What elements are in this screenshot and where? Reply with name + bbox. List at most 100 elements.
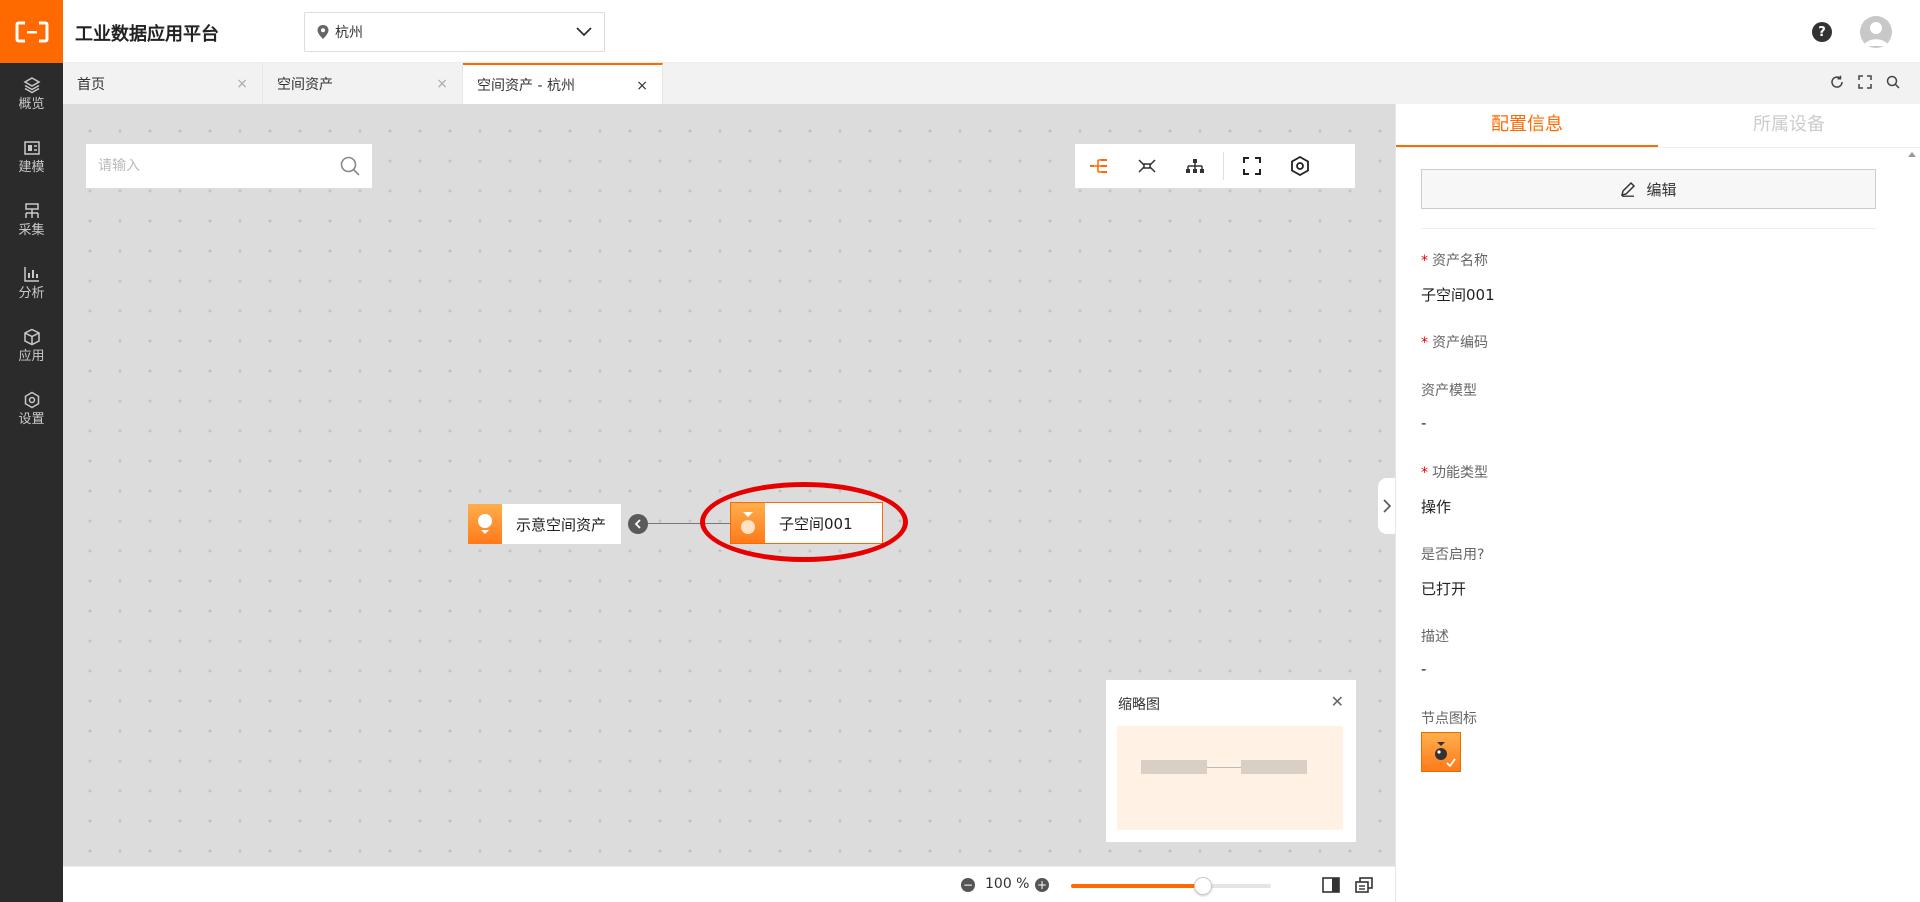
panel-toggle-icon[interactable] [1322, 877, 1340, 893]
tab-devices[interactable]: 所属设备 [1658, 104, 1920, 147]
sidebar-item-overview[interactable]: 概览 [0, 63, 63, 126]
field-label-text: 节点图标 [1421, 711, 1477, 727]
panel-divider [1421, 228, 1876, 229]
node-icon [468, 504, 502, 544]
panel-tabs: 配置信息 所属设备 [1396, 104, 1920, 148]
refresh-icon[interactable] [1830, 75, 1844, 89]
tab-bar: 首页 × 空间资产 × 空间资产 - 杭州 × [63, 63, 1920, 104]
location-pin-icon [1435, 742, 1456, 767]
field-label-asset-model: 资产模型 [1421, 380, 1477, 400]
tab-space-assets-hangzhou[interactable]: 空间资产 - 杭州 × [463, 63, 663, 104]
help-icon[interactable]: ? [1812, 22, 1832, 42]
fullscreen-icon[interactable] [1858, 75, 1872, 89]
minimap-title: 缩略图 [1118, 697, 1160, 713]
minimap-node [1141, 760, 1207, 774]
settings-icon [24, 391, 39, 409]
analysis-icon [23, 267, 39, 282]
chevron-down-icon [576, 27, 592, 37]
app-title: 工业数据应用平台 [75, 24, 219, 45]
close-icon[interactable]: × [236, 76, 248, 92]
zoom-out-button[interactable]: − [961, 878, 975, 892]
field-label-text: 功能类型 [1432, 465, 1488, 481]
field-label-text: 资产编码 [1432, 335, 1488, 351]
edit-button[interactable]: 编辑 [1421, 169, 1876, 209]
collect-icon [24, 203, 39, 218]
collapse-button[interactable] [628, 514, 648, 534]
network-layout-button[interactable] [1123, 144, 1171, 188]
sidebar-item-collect[interactable]: 采集 [0, 189, 63, 252]
canvas-settings-button[interactable] [1276, 144, 1324, 188]
scroll-up-arrow[interactable] [1908, 152, 1916, 157]
sidebar-item-apps[interactable]: 应用 [0, 315, 63, 378]
field-label-node-icon: 节点图标 [1421, 708, 1477, 728]
minimap-viewport[interactable] [1117, 726, 1343, 830]
sidebar-item-label: 设置 [18, 412, 45, 427]
node-label: 示意空间资产 [516, 515, 607, 534]
field-value-enabled: 已打开 [1421, 580, 1467, 598]
fit-view-button[interactable] [1228, 144, 1276, 188]
minimap-node [1241, 760, 1307, 774]
canvas-search [86, 144, 372, 188]
field-label-text: 资产模型 [1421, 383, 1477, 399]
location-pin-icon [317, 25, 329, 39]
tab-home[interactable]: 首页 × [63, 63, 263, 104]
fullscreen-icon [1243, 157, 1261, 175]
cloud-logo-icon [15, 21, 48, 42]
tab-config-info[interactable]: 配置信息 [1396, 104, 1658, 147]
search-icon[interactable] [1886, 75, 1900, 89]
user-icon [1864, 22, 1888, 46]
field-value-function-type: 操作 [1421, 498, 1452, 516]
sidebar-item-label: 应用 [18, 349, 45, 364]
sidebar-item-analysis[interactable]: 分析 [0, 252, 63, 315]
tree-layout-button[interactable] [1075, 144, 1123, 188]
tree-layout-icon [1090, 159, 1107, 173]
field-label-text: 资产名称 [1432, 253, 1488, 269]
tab-space-assets[interactable]: 空间资产 × [263, 63, 463, 104]
zoom-in-button[interactable]: + [1035, 878, 1049, 892]
close-icon[interactable]: ✕ [1331, 692, 1344, 711]
tab-label: 首页 [77, 76, 105, 93]
panel-collapse-toggle[interactable] [1378, 478, 1396, 534]
layers-icon [22, 77, 41, 94]
node-parent[interactable]: 示意空间资产 [468, 504, 621, 544]
sidebar-item-label: 建模 [18, 160, 45, 175]
sidebar-item-label: 分析 [18, 286, 45, 301]
field-label-enabled: 是否启用? [1421, 544, 1484, 564]
tab-label: 空间资产 [277, 76, 333, 93]
location-select[interactable]: 杭州 [304, 12, 605, 52]
search-input[interactable] [98, 158, 340, 174]
field-value-asset-model: - [1421, 414, 1427, 432]
settings-icon [1291, 156, 1309, 176]
zoom-slider[interactable] [1071, 877, 1271, 895]
tab-label: 空间资产 - 杭州 [477, 77, 575, 94]
required-mark: * [1421, 253, 1428, 269]
field-label-text: 描述 [1421, 629, 1449, 645]
field-label-description: 描述 [1421, 626, 1449, 646]
close-icon[interactable]: × [636, 78, 648, 94]
sidebar-item-modeling[interactable]: 建模 [0, 126, 63, 189]
copy-icon[interactable] [1355, 877, 1373, 893]
hierarchy-layout-button[interactable] [1171, 144, 1219, 188]
zoom-slider-thumb[interactable] [1194, 877, 1212, 895]
field-value-description: - [1421, 660, 1427, 678]
chevron-right-icon [1383, 499, 1391, 513]
properties-panel: 配置信息 所属设备 编辑 * 资产名称 子空间001 * 资产编码 资产模型 - *… [1395, 104, 1920, 902]
close-icon[interactable]: × [436, 76, 448, 92]
zoom-value: 100 % [985, 876, 1030, 892]
edit-label: 编辑 [1646, 180, 1677, 199]
avatar[interactable] [1860, 16, 1892, 48]
zoom-bar: − 100 % + [63, 866, 1395, 902]
sidebar-item-label: 采集 [18, 223, 45, 238]
sidebar-item-settings[interactable]: 设置 [0, 378, 63, 441]
field-label-text: 是否启用? [1421, 547, 1485, 563]
node-icon-picker[interactable] [1421, 732, 1461, 772]
canvas-toolbar [1075, 144, 1355, 188]
minimap: 缩略图 ✕ [1106, 680, 1356, 842]
left-sidebar: 概览 建模 采集 分析 应用 设置 [0, 0, 63, 902]
topology-canvas[interactable]: 示意空间资产 子空间001 缩略图 ✕ [63, 104, 1395, 866]
brand-logo[interactable] [0, 0, 63, 63]
tab-tools [1830, 75, 1900, 89]
model-icon [23, 141, 40, 155]
search-icon[interactable] [340, 156, 360, 176]
required-mark: * [1421, 465, 1428, 481]
